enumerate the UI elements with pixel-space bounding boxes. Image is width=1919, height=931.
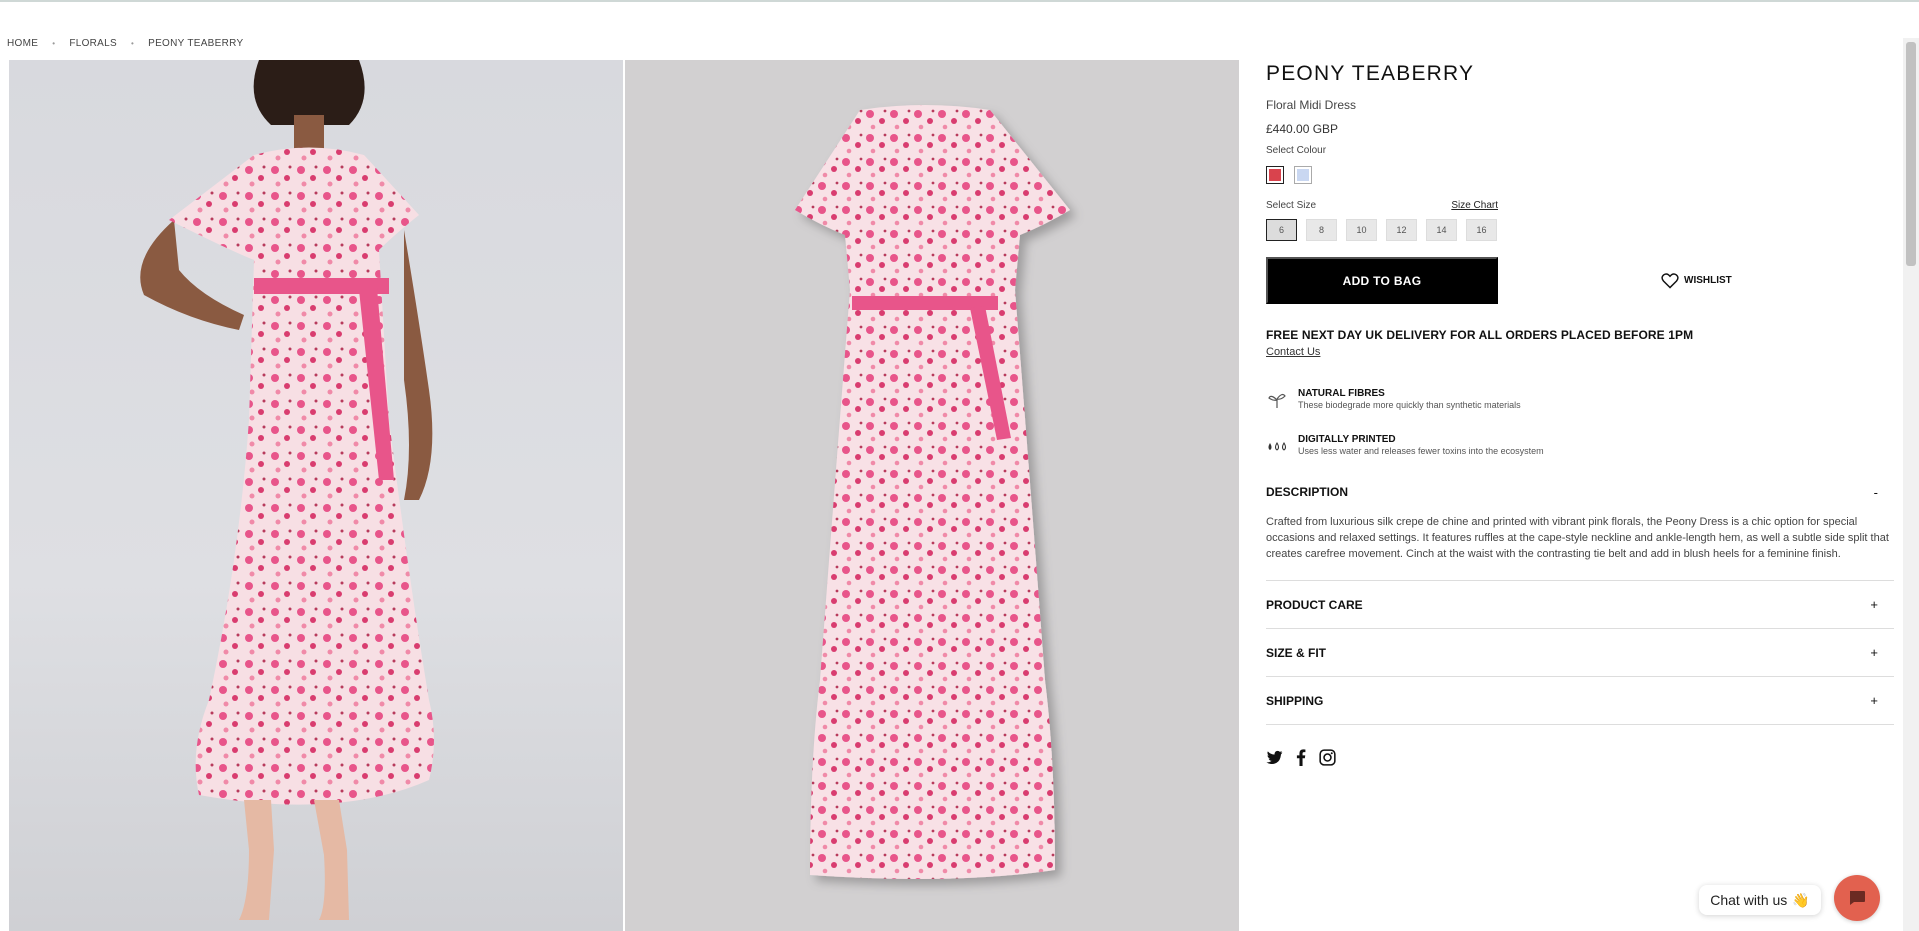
description-text: Crafted from luxurious silk crepe de chi… bbox=[1266, 516, 1889, 560]
breadcrumb-current[interactable]: PEONY TEABERRY bbox=[148, 38, 243, 49]
select-size-label: Select Size bbox=[1266, 200, 1317, 211]
breadcrumb-separator: • bbox=[130, 39, 135, 48]
wishlist-button[interactable]: WISHLIST bbox=[1661, 272, 1732, 289]
page-scrollbar[interactable] bbox=[1903, 38, 1919, 931]
chat-launcher-button[interactable] bbox=[1834, 875, 1880, 921]
size-chart-link[interactable]: Size Chart bbox=[1451, 200, 1498, 211]
collapse-icon: - bbox=[1873, 484, 1878, 500]
breadcrumb-home[interactable]: HOME bbox=[7, 38, 38, 49]
product-actions: ADD TO BAG WISHLIST bbox=[1266, 257, 1894, 304]
wishlist-label: WISHLIST bbox=[1684, 275, 1732, 286]
accordion-header-shipping[interactable]: SHIPPING + bbox=[1266, 677, 1894, 724]
size-option[interactable]: 14 bbox=[1426, 219, 1457, 241]
feature-title: DIGITALLY PRINTED bbox=[1298, 434, 1396, 445]
waving-hand-icon: 👋 bbox=[1792, 891, 1810, 908]
expand-icon: + bbox=[1870, 645, 1878, 660]
accordion-label: PRODUCT CARE bbox=[1266, 597, 1363, 612]
social-links bbox=[1266, 749, 1894, 771]
breadcrumb-florals[interactable]: FLORALS bbox=[69, 38, 117, 49]
delivery-message: FREE NEXT DAY UK DELIVERY FOR ALL ORDERS… bbox=[1266, 328, 1694, 342]
accordion-label: SHIPPING bbox=[1266, 693, 1324, 708]
dress-on-model-image bbox=[140, 60, 434, 920]
colour-swatch-red[interactable] bbox=[1266, 166, 1284, 184]
facebook-icon[interactable] bbox=[1296, 749, 1306, 771]
size-option[interactable]: 6 bbox=[1266, 219, 1297, 241]
select-colour-label: Select Colour bbox=[1266, 145, 1327, 156]
product-title: PEONY TEABERRY bbox=[1266, 62, 1475, 85]
feature-natural-fibres: NATURAL FIBRES These biodegrade more qui… bbox=[1266, 388, 1894, 410]
feature-description: These biodegrade more quickly than synth… bbox=[1298, 400, 1521, 410]
accordion-size-fit: SIZE & FIT + bbox=[1266, 629, 1894, 677]
product-price: £440.00 GBP bbox=[1266, 122, 1339, 136]
size-option[interactable]: 12 bbox=[1386, 219, 1417, 241]
accordion-header-product-care[interactable]: PRODUCT CARE + bbox=[1266, 581, 1894, 628]
product-photo[interactable] bbox=[625, 60, 1239, 931]
product-gallery bbox=[9, 60, 1240, 931]
product-info: PEONY TEABERRY Floral Midi Dress £440.00… bbox=[1266, 58, 1894, 771]
colour-swatch-blue[interactable] bbox=[1294, 166, 1312, 184]
feature-description: Uses less water and releases fewer toxin… bbox=[1298, 446, 1544, 456]
expand-icon: + bbox=[1870, 693, 1878, 708]
top-border bbox=[0, 0, 1919, 2]
accordion-header-size-fit[interactable]: SIZE & FIT + bbox=[1266, 629, 1894, 676]
instagram-icon[interactable] bbox=[1319, 749, 1336, 771]
size-option[interactable]: 8 bbox=[1306, 219, 1337, 241]
breadcrumb-separator: • bbox=[52, 39, 56, 48]
accordion-product-care: PRODUCT CARE + bbox=[1266, 581, 1894, 629]
expand-icon: + bbox=[1870, 597, 1878, 612]
size-option[interactable]: 16 bbox=[1466, 219, 1497, 241]
twitter-icon[interactable] bbox=[1266, 750, 1283, 770]
chat-label: Chat with us bbox=[1710, 892, 1788, 908]
contact-us-link[interactable]: Contact Us bbox=[1266, 346, 1320, 358]
size-options: 6 8 10 12 14 16 bbox=[1266, 219, 1894, 241]
colour-swatches bbox=[1266, 166, 1894, 184]
plant-icon bbox=[1268, 393, 1286, 408]
accordion-description: DESCRIPTION - Crafted from luxurious sil… bbox=[1266, 482, 1894, 581]
feature-digitally-printed: DIGITALLY PRINTED Uses less water and re… bbox=[1266, 434, 1894, 456]
accordion-label: DESCRIPTION bbox=[1266, 485, 1349, 499]
chat-icon bbox=[1850, 891, 1865, 905]
feature-title: NATURAL FIBRES bbox=[1298, 388, 1385, 399]
add-to-bag-button[interactable]: ADD TO BAG bbox=[1266, 257, 1498, 304]
scrollbar-thumb[interactable] bbox=[1906, 42, 1916, 266]
chat-with-us-bubble[interactable]: Chat with us 👋 bbox=[1699, 885, 1821, 915]
model-photo[interactable] bbox=[9, 60, 623, 931]
dress-flat-image bbox=[795, 105, 1070, 879]
accordion-label: SIZE & FIT bbox=[1266, 645, 1326, 660]
accordion-shipping: SHIPPING + bbox=[1266, 677, 1894, 725]
water-drops-icon bbox=[1268, 442, 1286, 451]
accordion-header-description[interactable]: DESCRIPTION - bbox=[1266, 482, 1894, 502]
product-subtitle: Floral Midi Dress bbox=[1266, 98, 1357, 112]
breadcrumb: HOME • FLORALS • PEONY TEABERRY bbox=[7, 38, 243, 49]
size-option[interactable]: 10 bbox=[1346, 219, 1377, 241]
size-row: Select Size Size Chart bbox=[1266, 200, 1498, 211]
heart-icon bbox=[1661, 272, 1679, 289]
